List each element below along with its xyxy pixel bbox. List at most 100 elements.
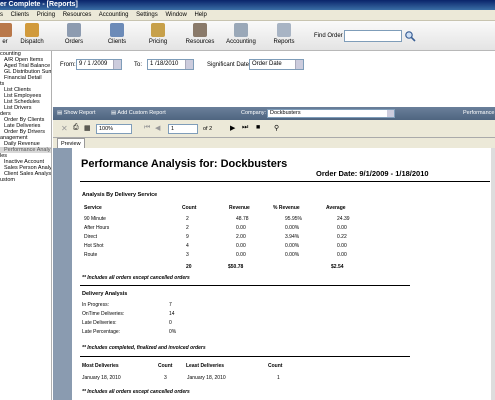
toolbar-button-partial[interactable]: er	[0, 23, 12, 45]
table-cell: Direct	[84, 234, 98, 240]
chevron-down-icon[interactable]	[387, 110, 394, 117]
clients-button[interactable]: Clients	[106, 23, 128, 45]
reports-button[interactable]: Reports	[272, 23, 296, 45]
show-report-button[interactable]: ▤ Show Report	[57, 107, 96, 120]
menu-bar: s Clients Pricing Resources Accounting S…	[0, 10, 495, 21]
col-header: Most Deliveries	[82, 363, 119, 369]
chevron-down-icon[interactable]	[113, 60, 121, 69]
chevron-down-icon[interactable]	[185, 60, 193, 69]
orders-button[interactable]: Orders	[63, 23, 85, 45]
page-margin	[53, 148, 72, 400]
menu-settings[interactable]: Settings	[136, 12, 158, 18]
menu-window[interactable]: Window	[165, 12, 186, 18]
most-count: 3	[164, 375, 167, 381]
table-cell: After Hours	[84, 225, 110, 231]
close-icon[interactable]: ✕	[61, 124, 68, 133]
table-cell: 0.00	[337, 225, 347, 231]
delivery-cell: OnTime Deliveries:	[82, 311, 125, 317]
col-header: Service	[84, 205, 102, 211]
significant-date-label: Significant Date:	[207, 62, 251, 68]
show-report-label: Show Report	[63, 110, 96, 116]
company-value: Dockbusters	[270, 110, 301, 116]
vertical-scrollbar[interactable]	[491, 148, 495, 400]
col-header: Least Deliveries	[186, 363, 225, 369]
tree-group[interactable]: ustom	[0, 177, 51, 183]
menu-clients[interactable]: Clients	[11, 12, 29, 18]
company-label: Company:	[241, 110, 267, 116]
toolbar-label: Pricing	[148, 39, 168, 45]
table-cell: 95.95%	[285, 216, 302, 222]
report-icon: ▤	[57, 110, 64, 116]
main-toolbar: er Dispatch Orders Clients Pricing Resou…	[0, 21, 495, 51]
company-select[interactable]: Dockbusters	[267, 109, 395, 118]
dispatch-button[interactable]: Dispatch	[18, 23, 46, 45]
find-icon[interactable]: ⚲	[274, 124, 279, 132]
table-cell: 0.22	[337, 234, 347, 240]
table-cell: 4	[186, 243, 189, 249]
delivery-cell: In Progress:	[82, 302, 109, 308]
table-cell: 0.00	[337, 252, 347, 258]
toolbar-label: Dispatch	[20, 39, 44, 45]
table-cell: Hot Shot	[84, 243, 104, 249]
prev-page-icon[interactable]: ◀	[155, 124, 160, 132]
footnote: ** Includes all orders except cancelled …	[82, 275, 190, 281]
pricing-icon	[151, 23, 165, 37]
page-number-input[interactable]: 1	[168, 124, 198, 134]
menu-accounting[interactable]: Accounting	[99, 12, 129, 18]
find-order-input[interactable]	[344, 30, 402, 42]
to-date-picker[interactable]: 1 /18/2010	[147, 59, 194, 70]
add-custom-report-label: Add Custom Report	[117, 110, 166, 116]
search-icon[interactable]	[404, 30, 416, 42]
table-cell: 2	[186, 216, 189, 222]
page-count: of 2	[203, 126, 213, 132]
user-icon	[0, 23, 12, 37]
accounting-button[interactable]: Accounting	[225, 23, 257, 45]
page-number-value: 1	[171, 126, 175, 132]
col-header: % Revenue	[273, 205, 300, 211]
toolbar-label: Resources	[185, 39, 215, 45]
zoom-select[interactable]: 100%	[96, 124, 132, 134]
tree-item-selected[interactable]: Performance Analy	[0, 147, 51, 153]
table-cell: 0.00%	[285, 225, 300, 231]
tab-preview[interactable]: Preview	[57, 138, 85, 148]
table-cell: 0.00	[236, 243, 246, 249]
from-date-value: 9 / 1 /2009	[79, 61, 108, 67]
col-header: Revenue	[229, 205, 250, 211]
reports-icon	[277, 23, 291, 37]
print-icon[interactable]: ⎙	[73, 124, 79, 132]
resources-button[interactable]: Resources	[184, 23, 216, 45]
from-label: From:	[60, 62, 76, 68]
first-page-icon[interactable]: ⏮	[144, 124, 150, 132]
stop-icon[interactable]: ■	[256, 124, 260, 131]
clients-icon	[110, 23, 124, 37]
find-order-label: Find Order	[314, 33, 343, 39]
menu-resources[interactable]: Resources	[63, 12, 92, 18]
last-page-icon[interactable]: ⏭	[242, 124, 248, 132]
toolbar-label: Accounting	[226, 39, 256, 45]
col-header: Count	[158, 363, 173, 369]
table-cell: 9	[186, 234, 189, 240]
delivery-cell: Late Percentage:	[82, 329, 121, 335]
accounting-icon	[234, 23, 248, 37]
pricing-button[interactable]: Pricing	[147, 23, 169, 45]
menu-pricing[interactable]: Pricing	[37, 12, 55, 18]
menu-item[interactable]: s	[0, 12, 3, 18]
export-icon[interactable]: ▦	[84, 124, 91, 132]
divider	[80, 181, 490, 182]
from-date-picker[interactable]: 9 / 1 /2009	[76, 59, 122, 70]
table-cell: 0.00%	[285, 252, 300, 258]
dispatch-icon	[25, 23, 39, 37]
table-cell: 90 Minute	[84, 216, 106, 222]
table-cell: 48.78	[236, 216, 249, 222]
add-custom-report-button[interactable]: ▤ Add Custom Report	[111, 107, 166, 120]
next-page-icon[interactable]: ▶	[230, 124, 235, 132]
chevron-down-icon[interactable]	[295, 60, 303, 69]
window-title: er Complete - [Reports]	[0, 1, 78, 8]
table-cell: 0.00%	[285, 243, 300, 249]
divider	[80, 356, 410, 357]
significant-date-select[interactable]: Order Date	[249, 59, 304, 70]
menu-help[interactable]: Help	[194, 12, 206, 18]
total-average: $2.54	[331, 264, 344, 270]
footnote: ** Includes all orders except cancelled …	[82, 389, 190, 395]
table-cell: 2	[186, 225, 189, 231]
